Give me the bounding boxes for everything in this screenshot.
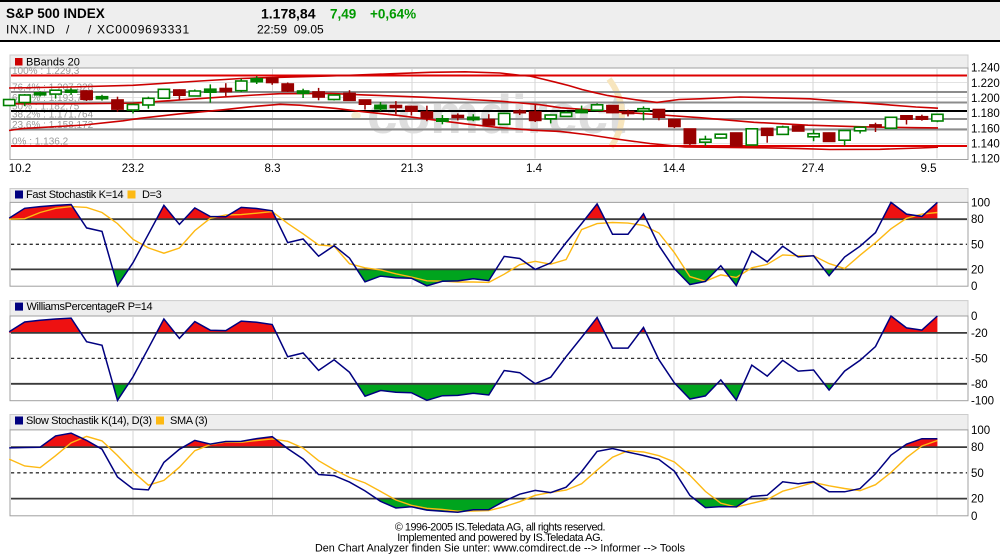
svg-text:8.3: 8.3 (265, 163, 281, 175)
svg-text:100: 100 (971, 425, 990, 437)
svg-text:20: 20 (971, 264, 984, 276)
svg-text:50: 50 (971, 239, 984, 251)
svg-text:1.240: 1.240 (971, 63, 1000, 75)
svg-text:22:59 09.05: 22:59 09.05 (257, 23, 324, 37)
svg-text:1.220: 1.220 (971, 78, 1000, 90)
svg-text:WilliamsPercentageR P=14: WilliamsPercentageR P=14 (27, 301, 153, 313)
svg-text:27.4: 27.4 (802, 163, 825, 175)
svg-text:0: 0 (971, 311, 977, 323)
svg-text:20: 20 (971, 494, 984, 506)
svg-text:SMA (3): SMA (3) (170, 415, 207, 427)
svg-text:14.4: 14.4 (663, 163, 686, 175)
svg-text:+0,64%: +0,64% (370, 7, 416, 22)
svg-text:1.180: 1.180 (971, 108, 1000, 120)
svg-text:80: 80 (971, 214, 984, 226)
svg-text:1.160: 1.160 (971, 123, 1000, 135)
svg-text:-100: -100 (971, 396, 994, 408)
svg-text:10.2: 10.2 (9, 163, 31, 175)
svg-text:100: 100 (971, 197, 990, 209)
svg-text:-20: -20 (971, 328, 988, 340)
svg-text:Fast Stochastik K=14: Fast Stochastik K=14 (26, 189, 123, 201)
svg-text:1.140: 1.140 (971, 139, 1000, 151)
svg-text:Slow Stochastik K(14), D(3): Slow Stochastik K(14), D(3) (26, 415, 152, 427)
svg-text:S&P 500 INDEX: S&P 500 INDEX (6, 6, 105, 21)
svg-text:21.3: 21.3 (401, 163, 423, 175)
svg-text:XC0009693331: XC0009693331 (97, 23, 190, 37)
svg-text:80: 80 (971, 442, 984, 454)
svg-text:0: 0 (971, 281, 977, 293)
svg-text:0: 0 (971, 511, 977, 523)
svg-text:7,49: 7,49 (330, 7, 356, 22)
svg-text:9.5: 9.5 (921, 163, 937, 175)
svg-text:1.178,84: 1.178,84 (261, 6, 316, 22)
svg-text:-50: -50 (971, 353, 988, 365)
svg-text:INX.IND: INX.IND (6, 23, 56, 37)
svg-text:1.120: 1.120 (971, 154, 1000, 166)
svg-text:D=3: D=3 (142, 189, 162, 201)
svg-text:1.200: 1.200 (971, 93, 1000, 105)
svg-text:-80: -80 (971, 379, 988, 391)
svg-text:Den Chart Analyzer finden Sie: Den Chart Analyzer finden Sie unter: www… (315, 543, 686, 554)
svg-text:23.2: 23.2 (122, 163, 144, 175)
svg-text:50: 50 (971, 468, 984, 480)
svg-text:1.4: 1.4 (526, 163, 543, 175)
